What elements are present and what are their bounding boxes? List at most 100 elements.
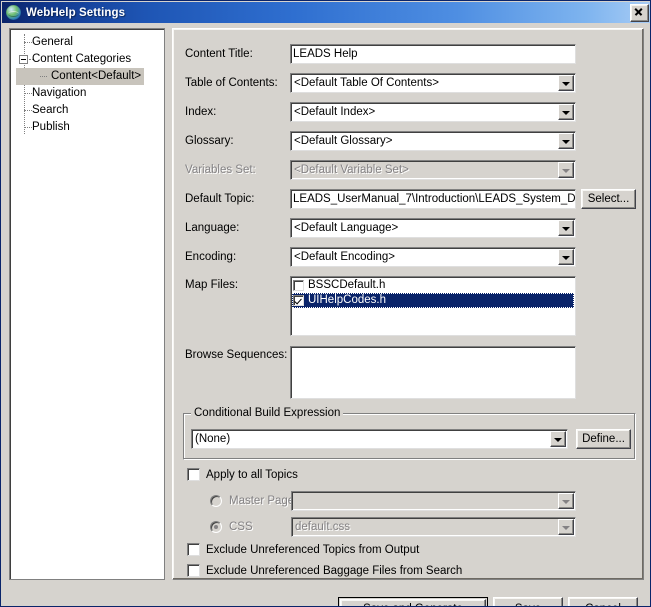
master-page-radio: Master Page <box>210 495 294 507</box>
conditional-build-group: Conditional Build Expression (None) Defi… <box>183 407 636 460</box>
tree-elbow-icon <box>24 93 32 94</box>
exclude-topics-checkbox[interactable]: Exclude Unreferenced Topics from Output <box>187 543 419 556</box>
conditional-build-group-title: Conditional Build Expression <box>191 407 344 419</box>
map-files-list[interactable]: BSSCDefault.h UIHelpCodes.h <box>290 276 576 336</box>
save-and-generate-label: Save and Generate <box>340 599 486 606</box>
encoding-row: Encoding: <Default Encoding> <box>173 247 643 267</box>
tree-item-label: Content<Default> <box>16 68 145 85</box>
checkbox-icon[interactable] <box>293 295 304 306</box>
glossary-value: <Default Glossary> <box>294 135 393 147</box>
master-page-label: Master Page <box>229 495 295 507</box>
chevron-down-icon <box>558 493 574 509</box>
table-of-contents-label: Table of Contents: <box>185 77 278 89</box>
language-select[interactable]: <Default Language> <box>290 218 576 238</box>
map-file-name: BSSCDefault.h <box>308 279 386 291</box>
globe-icon <box>6 5 21 20</box>
save-and-generate-button[interactable]: Save and Generate <box>338 597 488 606</box>
tree-item-search[interactable]: Search <box>10 102 164 119</box>
define-button[interactable]: Define... <box>576 429 631 449</box>
chevron-down-icon[interactable] <box>558 75 574 91</box>
index-select[interactable]: <Default Index> <box>290 102 576 122</box>
tree-item-content-default[interactable]: Content<Default> <box>10 68 164 85</box>
variables-set-label: Variables Set: <box>185 164 256 176</box>
tree-item-publish[interactable]: Publish <box>10 119 164 136</box>
language-row: Language: <Default Language> <box>173 218 643 238</box>
chevron-down-icon[interactable] <box>558 249 574 265</box>
close-icon[interactable] <box>630 3 649 22</box>
window-title: WebHelp Settings <box>26 6 126 19</box>
list-item[interactable]: UIHelpCodes.h <box>292 293 574 308</box>
css-label: CSS <box>229 521 253 533</box>
encoding-select[interactable]: <Default Encoding> <box>290 247 576 267</box>
master-page-select <box>291 491 576 511</box>
apply-to-all-topics-label: Apply to all Topics <box>206 468 298 481</box>
tree-expander-minus-icon[interactable] <box>19 55 28 64</box>
exclude-baggage-checkbox[interactable]: Exclude Unreferenced Baggage Files from … <box>187 564 462 577</box>
default-topic-input[interactable]: LEADS_UserManual_7\Introduction\LEADS_Sy… <box>290 189 576 209</box>
default-topic-label: Default Topic: <box>185 193 255 205</box>
map-files-label: Map Files: <box>185 279 239 291</box>
chevron-down-icon <box>558 162 574 178</box>
browse-sequences-label: Browse Sequences: <box>185 349 288 361</box>
checkbox-icon[interactable] <box>293 280 304 291</box>
exclude-topics-label: Exclude Unreferenced Topics from Output <box>206 543 420 556</box>
radio-icon <box>210 495 222 507</box>
checkbox-icon[interactable] <box>187 543 200 556</box>
tree-elbow-icon <box>24 127 32 128</box>
chevron-down-icon[interactable] <box>550 431 566 447</box>
variables-set-select: <Default Variable Set> <box>290 160 576 180</box>
exclude-baggage-label: Exclude Unreferenced Baggage Files from … <box>206 564 463 577</box>
settings-tree[interactable]: General Content Categories Content<Defau… <box>9 28 165 580</box>
list-item[interactable]: BSSCDefault.h <box>292 278 574 293</box>
table-of-contents-value: <Default Table Of Contents> <box>294 77 439 89</box>
language-label: Language: <box>185 222 240 234</box>
encoding-value: <Default Encoding> <box>294 251 396 263</box>
language-value: <Default Language> <box>294 222 399 234</box>
checkbox-icon[interactable] <box>187 564 200 577</box>
encoding-label: Encoding: <box>185 251 237 263</box>
radio-icon <box>210 521 222 533</box>
tree-elbow-icon <box>24 42 32 43</box>
tree-item-content-categories[interactable]: Content Categories <box>10 51 164 68</box>
variables-set-value: <Default Variable Set> <box>294 164 409 176</box>
index-row: Index: <Default Index> <box>173 102 643 122</box>
chevron-down-icon[interactable] <box>558 133 574 149</box>
tree-item-label: Content Categories <box>32 53 132 65</box>
tree-elbow-icon <box>24 110 32 111</box>
content-title-label: Content Title: <box>185 48 253 60</box>
master-page-value <box>295 492 555 510</box>
select-topic-button[interactable]: Select... <box>581 189 636 209</box>
conditional-build-value: (None) <box>195 433 231 445</box>
browse-sequences-list[interactable] <box>290 346 576 399</box>
css-radio: CSS <box>210 521 253 533</box>
tree-item-general[interactable]: General <box>10 34 164 51</box>
content-title-row: Content Title: LEADS Help <box>173 44 643 64</box>
dialog-client-area: General Content Categories Content<Defau… <box>2 23 650 606</box>
apply-to-all-topics-checkbox[interactable]: Apply to all Topics <box>187 468 298 481</box>
index-value: <Default Index> <box>294 106 376 118</box>
tree-item-navigation[interactable]: Navigation <box>10 85 164 102</box>
css-value: default.css <box>295 521 350 533</box>
tree-elbow-icon <box>29 59 33 60</box>
chevron-down-icon[interactable] <box>558 220 574 236</box>
checkbox-icon[interactable] <box>187 468 200 481</box>
map-file-name: UIHelpCodes.h <box>308 294 386 306</box>
content-title-input[interactable]: LEADS Help <box>290 44 576 64</box>
table-of-contents-row: Table of Contents: <Default Table Of Con… <box>173 73 643 93</box>
chevron-down-icon <box>558 519 574 535</box>
webhelp-settings-dialog: WebHelp Settings General Content Categor… <box>0 0 651 607</box>
settings-panel: Content Title: LEADS Help Table of Conte… <box>172 28 644 580</box>
chevron-down-icon[interactable] <box>558 104 574 120</box>
glossary-label: Glossary: <box>185 135 234 147</box>
tree-elbow-icon <box>40 76 47 77</box>
save-button[interactable]: Save <box>493 597 563 606</box>
glossary-select[interactable]: <Default Glossary> <box>290 131 576 151</box>
glossary-row: Glossary: <Default Glossary> <box>173 131 643 151</box>
title-bar: WebHelp Settings <box>2 2 650 23</box>
cancel-button[interactable]: Cancel <box>568 597 638 606</box>
default-topic-row: Default Topic: LEADS_UserManual_7\Introd… <box>173 189 643 209</box>
conditional-build-select[interactable]: (None) <box>191 429 568 449</box>
index-label: Index: <box>185 106 217 118</box>
variables-set-row: Variables Set: <Default Variable Set> <box>173 160 643 180</box>
table-of-contents-select[interactable]: <Default Table Of Contents> <box>290 73 576 93</box>
